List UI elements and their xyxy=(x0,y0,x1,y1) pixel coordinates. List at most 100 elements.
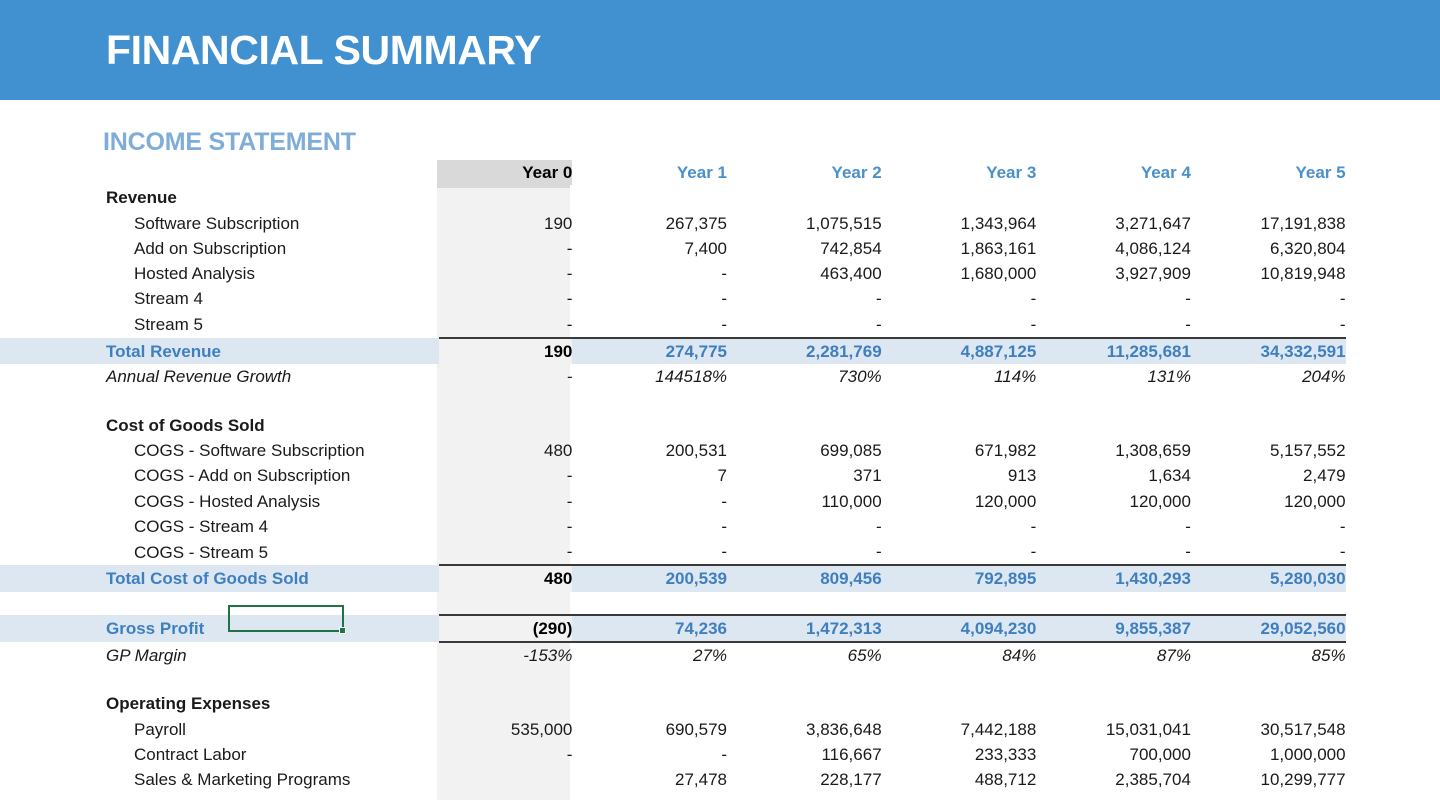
cell-pad xyxy=(1346,642,1440,668)
page-banner: FINANCIAL SUMMARY xyxy=(0,0,1440,100)
table-row: Stream 4------ xyxy=(0,286,1440,311)
cell-year-5: 6,320,804 xyxy=(1191,236,1346,261)
cell-year-1: 74,236 xyxy=(572,615,727,642)
column-header-label xyxy=(0,160,439,185)
cell-year-4: 9,855,387 xyxy=(1036,615,1191,642)
table-row: Sales & Marketing Programs27,478228,1774… xyxy=(0,767,1440,792)
cell-year-5: 1,000,000 xyxy=(1191,742,1346,767)
cell-year-1: 274,775 xyxy=(572,338,727,364)
row-label-text: Total Revenue xyxy=(106,339,439,364)
cell-pad xyxy=(1346,338,1440,364)
cell-year-4: 87% xyxy=(1036,642,1191,668)
cell-year-3: 120,000 xyxy=(882,489,1037,514)
cell-year-0 xyxy=(439,185,573,210)
cell-year-0: - xyxy=(439,286,573,311)
cell-year-5: - xyxy=(1191,312,1346,338)
cell-year-1 xyxy=(572,185,727,210)
cell-year-2: 1,075,515 xyxy=(727,211,882,236)
cell-year-4: - xyxy=(1036,286,1191,311)
page-title: FINANCIAL SUMMARY xyxy=(106,30,541,71)
cell-year-2: 65% xyxy=(727,642,882,668)
cell-year-0 xyxy=(439,390,573,413)
cell-year-1: - xyxy=(572,742,727,767)
cell-year-4: 1,634 xyxy=(1036,463,1191,488)
cell-year-0: - xyxy=(439,489,573,514)
cell-pad xyxy=(1346,463,1440,488)
row-label-text: Gross Profit xyxy=(106,616,439,641)
cell-pad xyxy=(1346,185,1440,210)
cell-year-5: 17,191,838 xyxy=(1191,211,1346,236)
cell-year-1: - xyxy=(572,312,727,338)
cell-year-1 xyxy=(572,413,727,438)
row-label xyxy=(0,390,439,413)
column-header-year-3: Year 3 xyxy=(882,160,1037,185)
row-label: Payroll xyxy=(0,717,439,742)
cell-year-5: 34,332,591 xyxy=(1191,338,1346,364)
table-header-row: Year 0 Year 1 Year 2 Year 3 Year 4 Year … xyxy=(0,160,1440,185)
table-row: COGS - Stream 5------ xyxy=(0,539,1440,565)
cell-year-1: - xyxy=(572,489,727,514)
table-row: Cost of Goods Sold xyxy=(0,413,1440,438)
cell-year-2: 116,667 xyxy=(727,742,882,767)
income-statement-table: Year 0 Year 1 Year 2 Year 3 Year 4 Year … xyxy=(0,160,1440,793)
cell-year-3 xyxy=(882,185,1037,210)
cell-year-1: 200,531 xyxy=(572,438,727,463)
cell-year-3: 7,442,188 xyxy=(882,717,1037,742)
row-label: Annual Revenue Growth xyxy=(0,364,439,389)
cell-year-5 xyxy=(1191,691,1346,716)
cell-year-2: 371 xyxy=(727,463,882,488)
cell-year-1 xyxy=(572,691,727,716)
cell-year-5: 10,819,948 xyxy=(1191,261,1346,286)
cell-year-3 xyxy=(882,691,1037,716)
cell-pad xyxy=(1346,691,1440,716)
cell-year-2 xyxy=(727,691,882,716)
row-label: Gross Profit xyxy=(0,615,439,642)
cell-year-3: 233,333 xyxy=(882,742,1037,767)
cell-year-5: 10,299,777 xyxy=(1191,767,1346,792)
cell-pad xyxy=(1346,390,1440,413)
row-label: Stream 5 xyxy=(0,312,439,338)
cell-pad xyxy=(1346,514,1440,539)
cell-year-0: - xyxy=(439,539,573,565)
cell-year-2: 463,400 xyxy=(727,261,882,286)
cell-pad xyxy=(1346,236,1440,261)
cell-year-4: 1,308,659 xyxy=(1036,438,1191,463)
row-label: COGS - Stream 5 xyxy=(0,539,439,565)
cell-year-3 xyxy=(882,668,1037,691)
cell-year-5: 2,479 xyxy=(1191,463,1346,488)
cell-year-2: 1,472,313 xyxy=(727,615,882,642)
cell-year-0: 535,000 xyxy=(439,717,573,742)
cell-year-1: 27% xyxy=(572,642,727,668)
cell-year-0: - xyxy=(439,236,573,261)
cell-year-0: 480 xyxy=(439,565,573,591)
cell-pad xyxy=(1346,565,1440,591)
row-label: Contract Labor xyxy=(0,742,439,767)
cell-year-0: - xyxy=(439,312,573,338)
cell-year-3: - xyxy=(882,514,1037,539)
cell-year-4: 4,086,124 xyxy=(1036,236,1191,261)
cell-year-4: 3,927,909 xyxy=(1036,261,1191,286)
cell-year-2: 2,281,769 xyxy=(727,338,882,364)
cell-year-4 xyxy=(1036,185,1191,210)
cell-year-5: 204% xyxy=(1191,364,1346,389)
table-row: COGS - Add on Subscription-73719131,6342… xyxy=(0,463,1440,488)
cell-year-1: 200,539 xyxy=(572,565,727,591)
table-row xyxy=(0,390,1440,413)
cell-year-3: - xyxy=(882,312,1037,338)
cell-year-2: - xyxy=(727,514,882,539)
cell-year-1: 267,375 xyxy=(572,211,727,236)
cell-year-3 xyxy=(882,390,1037,413)
row-label: COGS - Stream 4 xyxy=(0,514,439,539)
cell-pad xyxy=(1346,539,1440,565)
cell-year-0: - xyxy=(439,514,573,539)
cell-year-4 xyxy=(1036,592,1191,615)
row-label: Revenue xyxy=(0,185,439,210)
cell-year-5 xyxy=(1191,390,1346,413)
table-row xyxy=(0,592,1440,615)
cell-year-0 xyxy=(439,767,573,792)
row-label: Software Subscription xyxy=(0,211,439,236)
cell-year-2: - xyxy=(727,312,882,338)
cell-year-4 xyxy=(1036,413,1191,438)
column-header-year-4: Year 4 xyxy=(1036,160,1191,185)
cell-year-2 xyxy=(727,413,882,438)
